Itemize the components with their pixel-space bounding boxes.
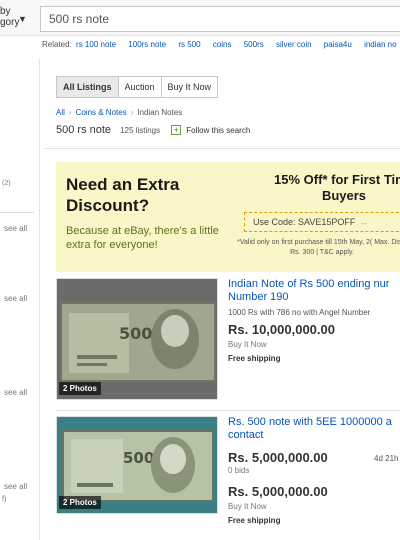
listing-shipping: Free shipping bbox=[228, 516, 281, 525]
photo-count-badge: 2 Photos bbox=[59, 382, 101, 395]
tab-auction[interactable]: Auction bbox=[119, 77, 162, 97]
listing-time-left: 4d 21h bbox=[374, 454, 399, 463]
chevron-right-icon: › bbox=[68, 108, 72, 117]
results-count: 125 listings bbox=[120, 126, 161, 135]
listing-shipping: Free shipping bbox=[228, 354, 281, 363]
results-heading: 500 rs note 125 listings + Follow this s… bbox=[56, 124, 250, 136]
related-link[interactable]: silver coin bbox=[276, 40, 312, 49]
related-link[interactable]: rs 100 note bbox=[76, 40, 116, 49]
listing-price: Rs. 10,000,000.00 bbox=[228, 322, 335, 337]
listing-item: 500 2 Photos Indian Note of Rs 500 endin… bbox=[56, 278, 400, 411]
listing-price: Rs. 5,000,000.00 bbox=[228, 450, 328, 465]
svg-text:500: 500 bbox=[123, 449, 154, 467]
listing-title-link[interactable]: Rs. 500 note with 5EE 1000000 a contact bbox=[228, 416, 400, 442]
refinement-count: f) bbox=[2, 496, 7, 503]
coupon-code-text: Use Code: SAVE15POFF bbox=[253, 217, 356, 227]
category-label-line2: gory bbox=[0, 17, 20, 28]
listing-buy-price: Rs. 5,000,000.00 bbox=[228, 484, 328, 499]
listing-format: Buy It Now bbox=[228, 340, 267, 349]
divider bbox=[0, 212, 34, 213]
refinement-count: (2) bbox=[2, 180, 11, 187]
banner-subtitle: Because at eBay, there's a little extra … bbox=[66, 225, 219, 251]
follow-search-link[interactable]: Follow this search bbox=[186, 126, 250, 135]
listing-bids: 0 bids bbox=[228, 466, 250, 475]
related-link[interactable]: paisa4u bbox=[324, 40, 352, 49]
chevron-down-icon[interactable]: ▼ bbox=[18, 14, 27, 24]
divider bbox=[56, 410, 400, 411]
listing-image[interactable]: 500 2 Photos bbox=[56, 278, 218, 400]
banner-offer: 15% Off* for First Time Buyers bbox=[274, 172, 400, 203]
related-link[interactable]: 100rs note bbox=[128, 40, 166, 49]
results-query: 500 rs note bbox=[56, 124, 112, 136]
listing-title-link[interactable]: Indian Note of Rs 500 ending nur Number … bbox=[228, 278, 400, 304]
breadcrumb-all[interactable]: All bbox=[56, 108, 65, 117]
listing-image[interactable]: 500 2 Photos bbox=[56, 416, 218, 514]
breadcrumb-coins-notes[interactable]: Coins & Notes bbox=[76, 108, 127, 117]
related-link[interactable]: 500rs bbox=[244, 40, 264, 49]
see-all-link[interactable]: see all bbox=[4, 224, 27, 233]
category-label-line1: by bbox=[0, 6, 11, 17]
listing-item: 500 2 Photos Rs. 500 note with 5EE 10000… bbox=[56, 416, 400, 540]
listing-subtitle: 1000 Rs with 786 no with Angel Number bbox=[228, 308, 371, 317]
left-refinement-rail: (2) see all see all see all see all f) bbox=[0, 58, 40, 540]
promo-banner[interactable]: Need an Extra Discount? Because at eBay,… bbox=[56, 162, 400, 272]
coupon-code-button[interactable]: Use Code: SAVE15POFF → bbox=[244, 212, 400, 232]
svg-text:500: 500 bbox=[119, 324, 152, 343]
tab-all-listings[interactable]: All Listings bbox=[57, 77, 119, 97]
photo-count-badge: 2 Photos bbox=[59, 496, 101, 509]
chevron-right-icon: › bbox=[130, 108, 134, 117]
see-all-link[interactable]: see all bbox=[4, 482, 27, 491]
related-link[interactable]: coins bbox=[213, 40, 232, 49]
search-input[interactable]: 500 rs note bbox=[40, 6, 400, 32]
banner-title: Need an Extra Discount? bbox=[66, 175, 180, 215]
related-link[interactable]: rs 500 bbox=[178, 40, 200, 49]
divider bbox=[44, 148, 400, 149]
see-all-link[interactable]: see all bbox=[4, 388, 27, 397]
related-lead: Related: bbox=[42, 40, 72, 49]
breadcrumb: All › Coins & Notes › Indian Notes bbox=[56, 108, 182, 117]
related-searches: Related: rs 100 note 100rs note rs 500 c… bbox=[42, 40, 400, 54]
arrow-right-icon: → bbox=[359, 217, 369, 227]
listing-format: Buy It Now bbox=[228, 502, 267, 511]
plus-icon[interactable]: + bbox=[171, 125, 182, 136]
banner-fine-print: *Valid only on first purchase till 15th … bbox=[237, 239, 400, 256]
tab-buy-it-now[interactable]: Buy It Now bbox=[162, 77, 218, 97]
see-all-link[interactable]: see all bbox=[4, 294, 27, 303]
breadcrumb-current: Indian Notes bbox=[137, 108, 183, 117]
listing-type-tabs: All Listings Auction Buy It Now bbox=[56, 76, 219, 98]
related-link[interactable]: indian no bbox=[364, 40, 396, 49]
top-search-bar: by gory ▼ 500 rs note bbox=[0, 0, 400, 36]
